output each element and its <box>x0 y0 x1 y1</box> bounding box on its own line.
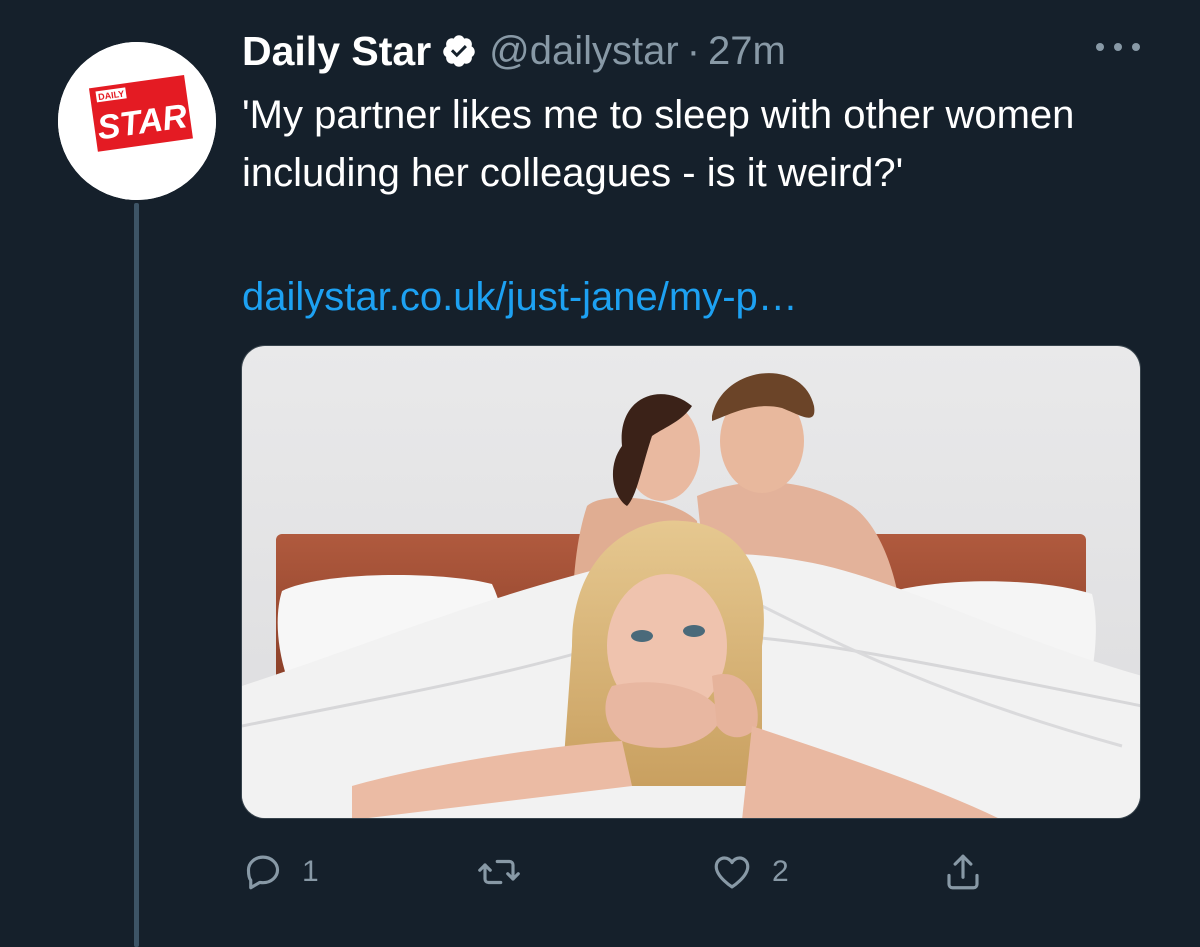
retweet-icon <box>476 851 522 893</box>
share-icon <box>942 850 984 894</box>
tweet-image[interactable] <box>241 345 1141 819</box>
tweet-link[interactable]: dailystar.co.uk/just-jane/my-p… <box>242 268 798 326</box>
tweet[interactable]: DAILY STAR Daily Star @dailystar · 27m '… <box>0 0 1200 947</box>
like-button[interactable]: 2 <box>710 846 789 898</box>
share-button[interactable] <box>942 846 984 898</box>
retweet-button[interactable] <box>476 846 540 898</box>
more-dot <box>1132 43 1140 51</box>
reply-icon <box>242 851 284 893</box>
reply-count: 1 <box>302 855 319 888</box>
more-dot <box>1096 43 1104 51</box>
tweet-text: 'My partner likes me to sleep with other… <box>242 93 1075 195</box>
daily-star-logo: DAILY STAR <box>58 42 216 200</box>
reply-button[interactable]: 1 <box>242 846 319 898</box>
tweet-header: Daily Star @dailystar · 27m <box>242 26 786 76</box>
author-handle[interactable]: @dailystar <box>489 29 679 74</box>
heart-icon <box>710 851 754 893</box>
verified-badge-icon <box>441 33 477 69</box>
separator-dot: · <box>686 28 701 73</box>
thread-line <box>134 203 139 947</box>
author-name[interactable]: Daily Star <box>242 28 431 75</box>
tweet-actions: 1 2 <box>242 846 1002 898</box>
more-options-icon[interactable] <box>1096 40 1140 54</box>
more-dot <box>1114 43 1122 51</box>
bedroom-photo <box>242 346 1140 818</box>
avatar[interactable]: DAILY STAR <box>58 42 216 200</box>
like-count: 2 <box>772 855 789 888</box>
timestamp[interactable]: 27m <box>708 29 786 74</box>
